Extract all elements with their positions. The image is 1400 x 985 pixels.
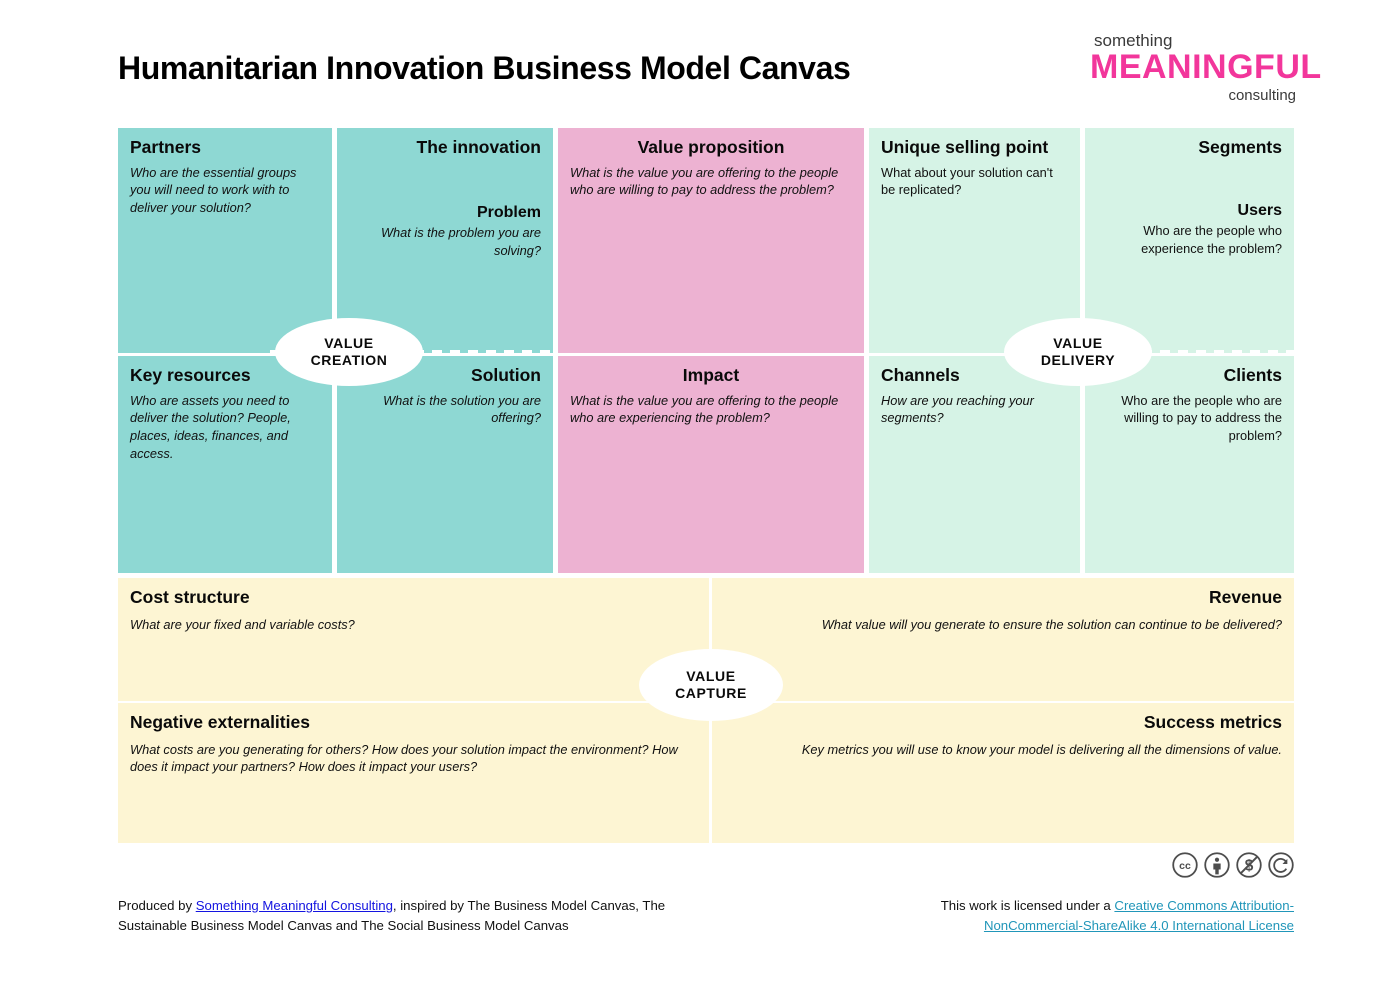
problem-body: What is the problem you are solving?: [380, 224, 541, 258]
cell-revenue[interactable]: Revenue What value will you generate to …: [712, 578, 1294, 701]
cc-nc-icon: $: [1236, 852, 1262, 878]
value-creation-line1: VALUE: [324, 334, 374, 351]
cost-structure-title: Cost structure: [130, 587, 250, 607]
value-proposition-title: Value proposition: [637, 137, 785, 157]
users-title: Users: [1237, 201, 1282, 219]
partners-body: Who are the essential groups you will ne…: [130, 164, 297, 215]
channels-body: How are you reaching your segments?: [881, 392, 1034, 426]
cell-partners[interactable]: Partners Who are the essential groups yo…: [118, 128, 332, 353]
business-model-canvas: Partners Who are the essential groups yo…: [118, 128, 1294, 843]
innovation-title: The innovation: [416, 137, 541, 157]
value-creation-line2: CREATION: [310, 352, 388, 368]
creative-commons-icon-group: cc $: [1172, 852, 1294, 878]
clients-body: Who are the people who are willing to pa…: [1121, 392, 1282, 443]
page-title: Humanitarian Innovation Business Model C…: [118, 50, 851, 86]
cc-by-icon: [1204, 852, 1230, 878]
negative-externalities-title: Negative externalities: [130, 712, 310, 732]
cc-sa-icon: [1268, 852, 1294, 878]
users-body: Who are the people who experience the pr…: [1141, 222, 1282, 256]
cc-icon: cc: [1172, 852, 1198, 878]
company-logo: something MEANINGFUL consulting: [1090, 31, 1322, 104]
value-capture-line1: VALUE: [686, 667, 736, 684]
negative-externalities-body: What costs are you generating for others…: [130, 741, 678, 775]
logo-line-meaningful: MEANINGFUL: [1090, 48, 1322, 86]
cell-key-resources[interactable]: Key resources Who are assets you need to…: [118, 356, 332, 573]
cell-unique-selling-point[interactable]: Unique selling point What about your sol…: [869, 128, 1080, 353]
logo-line-consulting: consulting: [1228, 86, 1296, 104]
revenue-title: Revenue: [1209, 587, 1282, 607]
impact-title: Impact: [682, 365, 740, 385]
cell-value-proposition[interactable]: Value proposition What is the value you …: [558, 128, 864, 353]
key-resources-body: Who are assets you need to deliver the s…: [130, 392, 291, 461]
cost-structure-body: What are your fixed and variable costs?: [130, 616, 355, 632]
cell-segments[interactable]: Segments Users Who are the people who ex…: [1085, 128, 1294, 353]
logo-line-something: something: [1094, 31, 1173, 50]
success-metrics-title: Success metrics: [1143, 712, 1282, 732]
value-delivery-line2: DELIVERY: [1040, 352, 1116, 368]
cell-impact[interactable]: Impact What is the value you are offerin…: [558, 356, 864, 573]
footer-credit: Produced by Something Meaningful Consult…: [118, 896, 718, 937]
problem-title: Problem: [476, 203, 541, 221]
ellipse-value-delivery: VALUE DELIVERY: [1004, 318, 1152, 386]
impact-body: What is the value you are offering to th…: [570, 392, 839, 426]
something-meaningful-consulting-link[interactable]: Something Meaningful Consulting: [196, 898, 393, 913]
value-delivery-line1: VALUE: [1053, 334, 1103, 351]
cell-clients[interactable]: Clients Who are the people who are willi…: [1085, 356, 1294, 573]
cell-cost-structure[interactable]: Cost structure What are your fixed and v…: [118, 578, 709, 701]
partners-title: Partners: [130, 137, 202, 157]
success-metrics-body: Key metrics you will use to know your mo…: [801, 741, 1282, 757]
ellipse-value-capture: VALUE CAPTURE: [639, 649, 783, 721]
footer-license: This work is licensed under a Creative C…: [914, 896, 1294, 936]
value-proposition-body: What is the value you are offering to th…: [570, 164, 839, 198]
cell-solution[interactable]: Solution What is the solution you are of…: [337, 356, 553, 573]
cell-success-metrics[interactable]: Success metrics Key metrics you will use…: [712, 703, 1294, 843]
svg-text:$: $: [1245, 858, 1254, 875]
segments-title: Segments: [1198, 137, 1282, 157]
ellipse-value-creation: VALUE CREATION: [275, 318, 423, 386]
cell-channels[interactable]: Channels How are you reaching your segme…: [869, 356, 1080, 573]
unique-selling-point-body: What about your solution can't be replic…: [881, 164, 1053, 198]
footer-credit-prefix: Produced by: [118, 898, 196, 913]
cell-negative-externalities[interactable]: Negative externalities What costs are yo…: [118, 703, 709, 843]
page-header: Humanitarian Innovation Business Model C…: [0, 0, 1400, 122]
value-capture-line2: CAPTURE: [675, 685, 747, 701]
revenue-body: What value will you generate to ensure t…: [821, 616, 1282, 632]
solution-body: What is the solution you are offering?: [383, 392, 541, 426]
page-footer: cc $ Produ: [0, 843, 1400, 985]
unique-selling-point-title: Unique selling point: [881, 137, 1049, 157]
svg-text:cc: cc: [1179, 860, 1191, 872]
footer-license-prefix: This work is licensed under a: [940, 898, 1115, 913]
